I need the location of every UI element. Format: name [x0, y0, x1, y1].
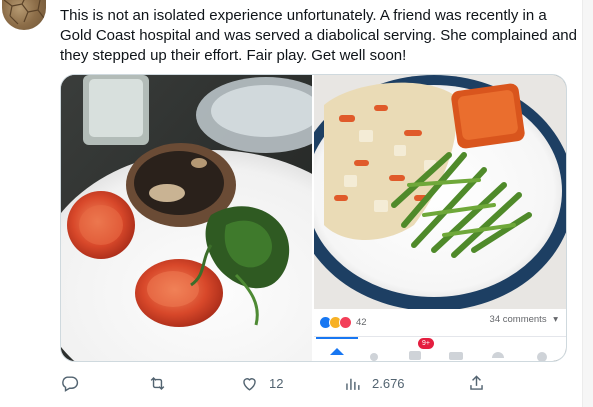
views-button[interactable]: 2.676: [343, 372, 405, 394]
avatar[interactable]: [2, 0, 46, 30]
tweet-media[interactable]: 42 34 comments ▾ 9+: [60, 74, 567, 362]
facebook-post-footer: 42 34 comments ▾ 9+: [314, 309, 566, 361]
share-icon: [470, 374, 483, 390]
home-icon: [330, 348, 344, 355]
menu-icon: [537, 352, 547, 361]
improved-meal-photo-illustration: [294, 75, 566, 311]
facebook-nav-icons: [330, 348, 547, 361]
facebook-bottom-nav: 9+: [314, 336, 566, 361]
meal-photo-illustration: [61, 75, 386, 361]
views-icon: [346, 378, 360, 390]
like-icon: [243, 377, 256, 391]
tweet-text: This is not an isolated experience unfor…: [60, 7, 577, 64]
cracked-earth-image: [3, 0, 45, 25]
reply-button[interactable]: [60, 372, 79, 394]
tweet-action-bar: 12 2.676: [60, 372, 520, 394]
home-tab-indicator: [316, 337, 358, 339]
facebook-comment-count[interactable]: 34 comments ▾: [490, 314, 558, 325]
views-count: 2.676: [372, 375, 405, 391]
comments-label: 34 comments: [489, 314, 547, 325]
friends-icon: [370, 353, 378, 361]
facebook-reactions[interactable]: 42: [319, 315, 367, 329]
notifications-icon: [492, 352, 504, 358]
hospital-meal-photo[interactable]: [61, 75, 386, 361]
marketplace-icon: [449, 352, 463, 360]
reaction-count: 42: [356, 316, 367, 328]
like-count: 12: [269, 375, 284, 391]
retweet-button[interactable]: [148, 372, 167, 394]
like-button[interactable]: 12: [240, 372, 283, 394]
facebook-post-screenshot[interactable]: 42 34 comments ▾ 9+: [294, 75, 566, 361]
avatar-dropdown-icon: ▾: [553, 314, 558, 325]
watch-icon: [409, 351, 421, 360]
page-scrollbar[interactable]: [582, 0, 593, 407]
love-reaction-icon: [339, 315, 352, 329]
share-button[interactable]: [467, 372, 486, 394]
reply-icon: [62, 375, 79, 392]
notification-badge: 9+: [418, 338, 434, 349]
retweet-icon: [150, 376, 165, 390]
